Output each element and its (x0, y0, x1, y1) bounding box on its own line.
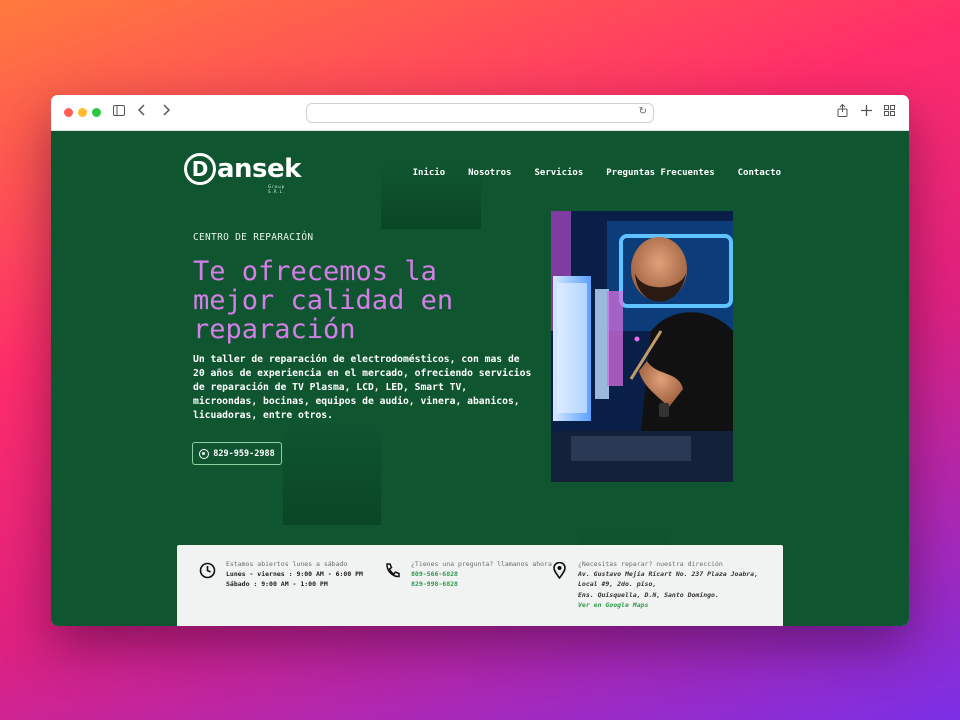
forward-icon[interactable] (162, 104, 171, 122)
close-window-button[interactable] (64, 108, 73, 117)
hero-eyebrow: CENTRO DE REPARACIÓN (193, 232, 314, 243)
technician-photo (551, 211, 733, 482)
share-icon[interactable] (837, 103, 848, 123)
contact-phone-1[interactable]: 809-566-6828 (411, 569, 552, 579)
hours-block: Estamos abiertos lunes a sábado Lunes - … (199, 559, 363, 590)
nav-inicio[interactable]: Inicio (413, 168, 446, 178)
minimize-window-button[interactable] (78, 108, 87, 117)
clock-icon (199, 562, 216, 579)
hero-description: Un taller de reparación de electrodomést… (193, 354, 532, 421)
address-line-2: Local #9, 2do. piso, (578, 580, 657, 589)
nav-preguntas-frecuentes[interactable]: Preguntas Frecuentes (606, 168, 714, 178)
address-label: ¿Necesitas reparar? nuestra dirección (578, 560, 723, 568)
phone-icon (384, 562, 401, 579)
contact-block: ¿Tienes una pregunta? llamanos ahora 809… (384, 559, 552, 590)
decorative-block (283, 429, 381, 525)
address-bar[interactable]: ↻ (306, 103, 654, 123)
hours-weekdays: Lunes - viernes : 9:00 AM - 6:00 PM (226, 570, 363, 579)
whatsapp-number: 829-959-2988 (213, 448, 275, 459)
address-line-3: Ens. Quisquella, D.N, Santo Domingo. (578, 590, 719, 599)
browser-toolbar: ↻ (51, 95, 909, 131)
contact-phone-2[interactable]: 829-998-6828 (411, 579, 552, 589)
logo-mark: D (184, 153, 216, 185)
info-bar: Estamos abiertos lunes a sábado Lunes - … (177, 545, 783, 626)
logo-subtitle: Group S.R.L. (268, 184, 286, 194)
address-block: ¿Necesitas reparar? nuestra dirección Av… (551, 559, 758, 610)
new-tab-icon[interactable] (861, 104, 872, 122)
contact-label: ¿Tienes una pregunta? llamanos ahora (411, 560, 552, 568)
main-nav: Inicio Nosotros Servicios Preguntas Frec… (413, 168, 781, 178)
tab-overview-icon[interactable] (884, 104, 895, 122)
nav-servicios[interactable]: Servicios (534, 168, 583, 178)
maximize-window-button[interactable] (92, 108, 101, 117)
address-line-1: Av. Gustavo Mejía Ricart No. 237 Plaza J… (578, 570, 759, 579)
browser-window: ↻ D ansek Group S.R.L. Inicio Nosotros S… (51, 95, 909, 626)
hours-label: Estamos abiertos lunes a sábado (226, 560, 348, 568)
site-logo[interactable]: D ansek Group S.R.L. (184, 153, 301, 194)
nav-nosotros[interactable]: Nosotros (468, 168, 511, 178)
web-page: D ansek Group S.R.L. Inicio Nosotros Ser… (51, 131, 909, 626)
google-maps-link[interactable]: Ver en Google Maps (578, 600, 758, 610)
map-pin-icon (551, 561, 568, 580)
logo-wordmark: ansek (217, 154, 301, 184)
hours-saturday: Sábado : 9:00 AM - 1:00 PM (226, 580, 328, 589)
hero-headline: Te ofrecemos la mejor calidad en reparac… (193, 256, 454, 345)
sidebar-icon[interactable] (113, 104, 125, 122)
nav-contacto[interactable]: Contacto (738, 168, 781, 178)
whatsapp-icon (199, 448, 210, 459)
whatsapp-call-button[interactable]: 829-959-2988 (192, 442, 282, 465)
back-icon[interactable] (137, 104, 146, 122)
reload-icon[interactable]: ↻ (639, 106, 647, 117)
